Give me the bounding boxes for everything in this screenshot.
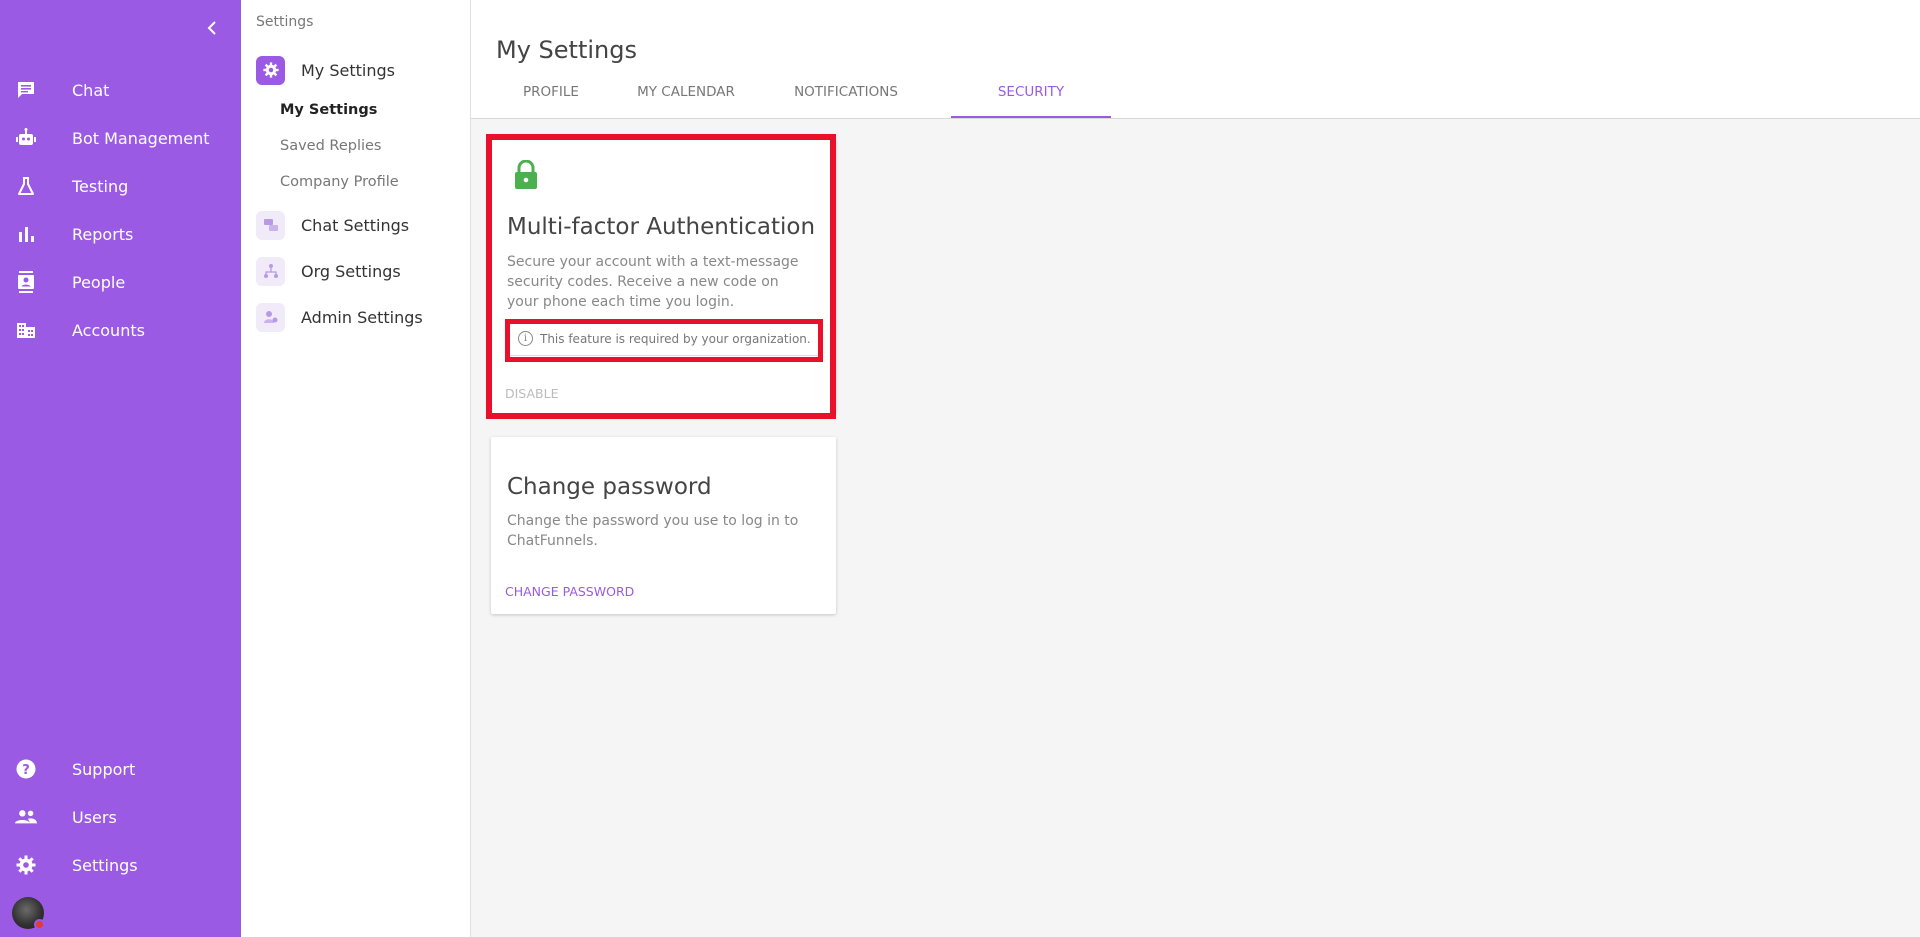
svg-text:?: ? [22, 763, 30, 778]
nav-item-label: Accounts [72, 320, 145, 340]
settings-section-org-settings[interactable]: Org Settings [256, 256, 401, 286]
change-password-card: Change password Change the password you … [491, 437, 836, 614]
settings-subitem-company-profile[interactable]: Company Profile [280, 174, 399, 190]
required-notice-text: This feature is required by your organiz… [540, 331, 811, 346]
change-password-description: Change the password you use to log in to… [507, 513, 799, 549]
flask-icon [15, 175, 37, 197]
help-icon: ? [15, 758, 37, 780]
settings-section-label: My Settings [301, 60, 395, 80]
robot-icon [15, 127, 37, 149]
admin-icon [256, 302, 285, 332]
nav-item-bot-management[interactable]: Bot Management [0, 118, 241, 158]
mfa-title: Multi-factor Authentication [507, 214, 816, 240]
settings-section-chat-settings[interactable]: Chat Settings [256, 210, 409, 240]
chat-bubbles-icon [256, 210, 285, 240]
nav-item-label: Chat [72, 80, 110, 100]
nav-item-accounts[interactable]: Accounts [0, 310, 241, 350]
mfa-description: Secure your account with a text-message … [507, 254, 799, 310]
tab-notifications[interactable]: NOTIFICATIONS [766, 84, 926, 118]
nav-item-label: People [72, 272, 126, 292]
building-icon [15, 319, 37, 341]
main-sidebar: Chat Bot Management Testing Reports Peop… [0, 0, 241, 937]
settings-sidebar: Settings My Settings My Settings Saved R… [241, 0, 471, 937]
org-chart-icon [256, 256, 285, 286]
nav-item-settings[interactable]: Settings [0, 845, 241, 885]
nav-item-label: Settings [72, 855, 138, 875]
collapse-sidebar-icon[interactable] [202, 16, 222, 40]
status-dot [34, 919, 45, 930]
info-icon: i [518, 331, 533, 346]
main-content: My Settings PROFILE MY CALENDAR NOTIFICA… [471, 0, 1920, 937]
tab-security[interactable]: SECURITY [951, 84, 1111, 118]
nav-item-support[interactable]: ? Support [0, 749, 241, 789]
chat-icon [15, 79, 37, 101]
disable-mfa-button[interactable]: DISABLE [505, 386, 558, 401]
nav-item-testing[interactable]: Testing [0, 166, 241, 206]
change-password-title: Change password [507, 474, 712, 500]
breadcrumb: Settings [256, 14, 314, 30]
nav-item-label: Support [72, 759, 136, 779]
settings-section-label: Chat Settings [301, 215, 410, 235]
tab-my-calendar[interactable]: MY CALENDAR [606, 84, 766, 118]
nav-item-users[interactable]: Users [0, 797, 241, 837]
user-avatar[interactable] [12, 897, 45, 930]
page-title: My Settings [496, 36, 637, 64]
nav-item-chat[interactable]: Chat [0, 70, 241, 110]
settings-section-admin-settings[interactable]: Admin Settings [256, 302, 423, 332]
nav-item-label: Bot Management [72, 128, 210, 148]
settings-section-label: Admin Settings [301, 307, 423, 327]
settings-section-label: Org Settings [301, 261, 401, 281]
lock-icon [514, 159, 538, 194]
settings-subitem-saved-replies[interactable]: Saved Replies [280, 138, 382, 154]
change-password-button[interactable]: CHANGE PASSWORD [505, 584, 634, 599]
settings-subitem-my-settings[interactable]: My Settings [280, 102, 377, 118]
gear-icon [256, 55, 285, 85]
nav-item-label: Testing [72, 176, 129, 196]
contact-card-icon [15, 271, 37, 293]
bar-chart-icon [15, 223, 37, 245]
settings-section-my-settings[interactable]: My Settings [256, 55, 395, 85]
page-header: My Settings PROFILE MY CALENDAR NOTIFICA… [471, 0, 1920, 119]
tab-profile[interactable]: PROFILE [496, 84, 606, 118]
users-icon [15, 806, 37, 828]
gear-icon [15, 854, 37, 876]
nav-item-reports[interactable]: Reports [0, 214, 241, 254]
nav-item-label: Users [72, 807, 117, 827]
required-notice: i This feature is required by your organ… [506, 321, 823, 356]
nav-item-label: Reports [72, 224, 134, 244]
nav-item-people[interactable]: People [0, 262, 241, 302]
mfa-card: Multi-factor Authentication Secure your … [491, 138, 836, 413]
